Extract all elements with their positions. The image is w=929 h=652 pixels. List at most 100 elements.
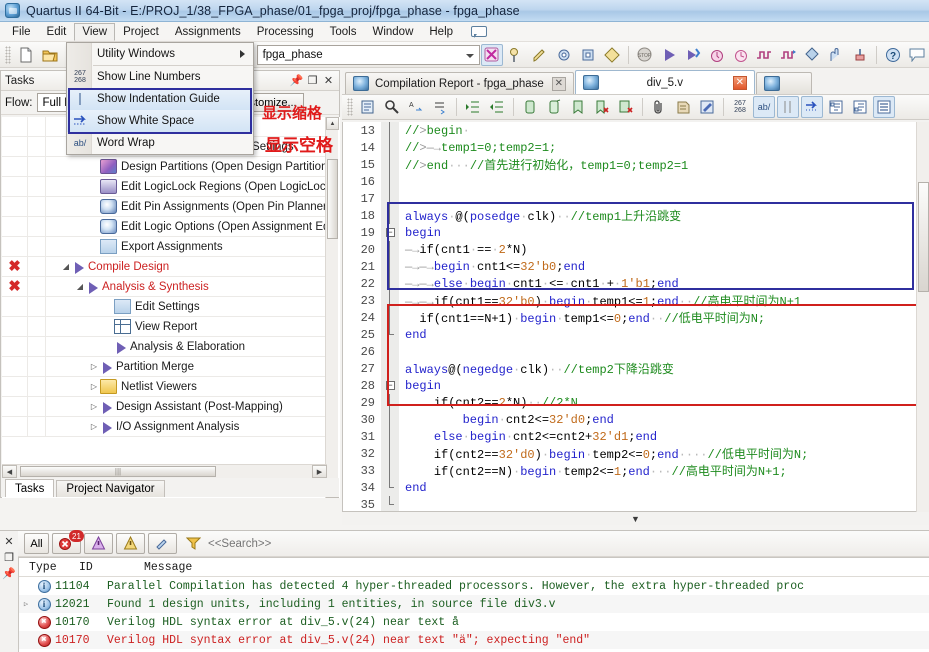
code-line[interactable]: 18 always·@(posedge·clk)··//temp1上升沿跳变: [343, 207, 928, 224]
start-analysis-icon[interactable]: [682, 44, 704, 66]
filter-critical-warnings-button[interactable]: [84, 533, 113, 554]
close-icon[interactable]: ✕: [551, 76, 566, 91]
fold-gutter[interactable]: −: [381, 377, 399, 394]
code-line[interactable]: 27 always@(negedge·clk)··//temp2下降沿跳变: [343, 360, 928, 377]
document-outline-icon[interactable]: [873, 96, 895, 118]
message-balloon-toolbar-icon[interactable]: [906, 44, 928, 66]
expand-arrow-icon[interactable]: ◢: [74, 282, 86, 291]
timing-analyzer-icon[interactable]: [706, 44, 728, 66]
assignment-editor-icon[interactable]: [529, 44, 551, 66]
expand-arrow-icon[interactable]: ◢: [60, 262, 72, 271]
compilation-icon[interactable]: [481, 43, 503, 66]
comment-icon[interactable]: [519, 96, 541, 118]
filter-all-button[interactable]: All: [24, 533, 49, 554]
code-line[interactable]: 23 —→—→if(cnt1==32'b0)·begin·temp1<=1;end…: [343, 292, 928, 309]
chip-planner-icon[interactable]: [825, 44, 847, 66]
filter-warnings-button[interactable]: [116, 533, 145, 554]
fold-collapse-icon[interactable]: −: [385, 381, 395, 390]
start-compilation-icon[interactable]: [658, 44, 680, 66]
uncomment-icon[interactable]: [543, 96, 565, 118]
menu-window[interactable]: Window: [364, 23, 421, 41]
toolbar-grip[interactable]: [5, 45, 11, 64]
menu-help[interactable]: Help: [421, 23, 461, 41]
show-indentation-guide-icon[interactable]: [777, 96, 799, 118]
code-line[interactable]: 24 if(cnt1==N+1)·begin·temp1<=0;end··//低…: [343, 309, 928, 326]
menu-item-show-line-numbers[interactable]: 267 268 Show Line Numbers: [67, 66, 253, 88]
fold-collapse-icon[interactable]: −: [385, 228, 395, 237]
rtl-viewer-icon[interactable]: [753, 44, 775, 66]
menu-item-show-white-space[interactable]: Show White Space: [67, 110, 253, 132]
message-row[interactable]: ▷ i 12021 Found 1 design units, including 1…: [19, 595, 929, 613]
new-file-icon[interactable]: [15, 44, 37, 66]
collapse-arrow-icon[interactable]: ▷: [88, 382, 100, 391]
replace-icon[interactable]: A: [405, 96, 427, 118]
code-line[interactable]: 14 //>—→temp1=0;temp2=1;: [343, 139, 928, 156]
collapse-arrow-icon[interactable]: ▷: [88, 422, 100, 431]
scroll-up-arrow[interactable]: ▲: [326, 117, 339, 130]
code-line[interactable]: 16: [343, 173, 928, 190]
code-line[interactable]: 31 else·begin·cnt2<=cnt2+32'd1;end: [343, 428, 928, 445]
show-line-numbers-icon[interactable]: 267 268: [729, 96, 751, 118]
table-row[interactable]: ▷ Netlist Viewers: [2, 377, 327, 397]
code-line[interactable]: 33 if(cnt2==N)·begin·temp2<=1;end···//高电…: [343, 462, 928, 479]
clear-bookmarks-icon[interactable]: [615, 96, 637, 118]
dock-tab-project-navigator[interactable]: Project Navigator: [56, 480, 165, 497]
close-icon[interactable]: ✕: [2, 534, 16, 548]
fold-gutter[interactable]: −: [381, 224, 399, 241]
help-icon[interactable]: ?: [882, 44, 904, 66]
tasks-vertical-scrollbar[interactable]: ▲ ▼: [325, 117, 339, 498]
code-line[interactable]: 17: [343, 190, 928, 207]
doc-tab-div5v[interactable]: div_5.v ✕: [574, 70, 755, 94]
code-line[interactable]: 35: [343, 496, 928, 511]
doc-tab-rtl[interactable]: [755, 72, 812, 94]
message-row[interactable]: i 11104 Parallel Compilation has detected …: [19, 577, 929, 595]
attach-icon[interactable]: [648, 96, 670, 118]
highlight-icon[interactable]: [696, 96, 718, 118]
table-row[interactable]: ✖ ◢ Compile Design: [2, 257, 327, 277]
table-row[interactable]: View Report: [2, 317, 327, 337]
word-wrap-icon[interactable]: ab/: [753, 96, 775, 118]
table-row[interactable]: ▷ Design Assistant (Post-Mapping): [2, 397, 327, 417]
table-row[interactable]: ▷ Partition Merge: [2, 357, 327, 377]
pin-planner-icon[interactable]: [505, 44, 527, 66]
close-icon[interactable]: ✕: [322, 74, 335, 87]
decrease-indent-icon[interactable]: [486, 96, 508, 118]
hex-editor-icon[interactable]: [672, 96, 694, 118]
code-line[interactable]: 15 //>end···//首先进行初始化，temp1=0;temp2=1: [343, 156, 928, 173]
table-row[interactable]: Edit LogicLock Regions (Open LogicLock R…: [2, 177, 327, 197]
message-row[interactable]: ✖ 10170 Verilog HDL syntax error at div_5.…: [19, 613, 929, 631]
tasks-tree[interactable]: Import AssignmentsSet Project and Compil…: [2, 117, 340, 498]
messages-table[interactable]: Type ID Message i 11104 Parallel Compilati…: [18, 557, 929, 652]
code-line[interactable]: 29 if(cnt2==2*N)··//2*N: [343, 394, 928, 411]
code-line[interactable]: 20 —→if(cnt1·==·2*N): [343, 241, 928, 258]
table-row[interactable]: Edit Logic Options (Open Assignment Edit…: [2, 217, 327, 237]
table-row[interactable]: ✖ ◢ Analysis & Synthesis: [2, 277, 327, 297]
tasks-hscroll-thumb[interactable]: |||: [20, 466, 216, 477]
scroll-left-arrow[interactable]: ◀: [2, 465, 17, 478]
open-file-icon[interactable]: [39, 44, 61, 66]
menu-processing[interactable]: Processing: [249, 23, 322, 41]
increase-indent-icon[interactable]: [462, 96, 484, 118]
code-line[interactable]: 22 —→—→else·begin·cnt1·<=·cnt1·+·1'b1;end: [343, 275, 928, 292]
view-menu-dropdown[interactable]: Utility Windows 267 268 Show Line Numbers…: [66, 42, 254, 155]
stop-icon[interactable]: STOP: [634, 44, 656, 66]
search-input[interactable]: [206, 536, 626, 551]
menu-tools[interactable]: Tools: [322, 23, 365, 41]
doc-tab-compilation-report[interactable]: Compilation Report - fpga_phase ✕: [345, 72, 574, 94]
table-row[interactable]: ▷ I/O Assignment Analysis: [2, 417, 327, 437]
search-container[interactable]: [185, 536, 929, 551]
remove-bookmark-icon[interactable]: [591, 96, 613, 118]
collapse-arrow-icon[interactable]: ▷: [88, 362, 100, 371]
settings-icon[interactable]: [553, 44, 575, 66]
goto-line-icon[interactable]: [429, 96, 451, 118]
menu-view[interactable]: View: [74, 22, 116, 41]
expand-all-icon[interactable]: [849, 96, 871, 118]
code-line[interactable]: 32 if(cnt2==32'd0)·begin·temp2<=0;end···…: [343, 445, 928, 462]
menu-edit[interactable]: Edit: [39, 23, 75, 41]
message-row[interactable]: ✖ 10170 Verilog HDL syntax error at div_5.…: [19, 631, 929, 649]
insert-template-icon[interactable]: [357, 96, 379, 118]
message-balloon-icon[interactable]: [471, 25, 488, 38]
code-line[interactable]: 21 —→—→begin·cnt1<=32'b0;end: [343, 258, 928, 275]
filter-errors-button[interactable]: 21: [52, 530, 84, 554]
menu-file[interactable]: File: [4, 23, 39, 41]
